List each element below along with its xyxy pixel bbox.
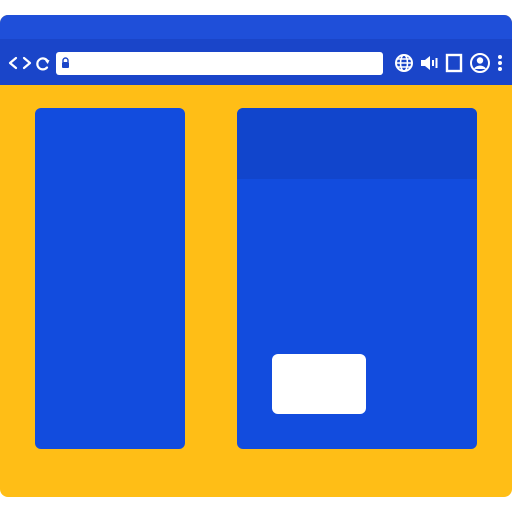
address-input[interactable]: [74, 54, 374, 73]
window-icon: [445, 53, 463, 73]
volume-button[interactable]: [418, 52, 440, 74]
globe-button[interactable]: [393, 52, 415, 74]
globe-icon: [395, 54, 413, 72]
content-card[interactable]: [272, 354, 366, 414]
kebab-menu-icon: [498, 55, 502, 71]
reload-button[interactable]: [32, 52, 54, 74]
lock-icon: [62, 57, 69, 68]
menu-button[interactable]: [491, 52, 509, 74]
browser-window: [0, 15, 512, 497]
title-bar: [0, 15, 512, 39]
volume-icon: [421, 56, 438, 70]
reload-icon: [36, 57, 50, 71]
address-bar[interactable]: [56, 52, 383, 75]
content-header: [237, 108, 477, 179]
main-content-panel: [237, 108, 477, 449]
profile-button[interactable]: [469, 52, 491, 74]
user-icon: [470, 53, 490, 73]
sidebar-panel: [35, 108, 185, 449]
window-button[interactable]: [443, 52, 465, 74]
